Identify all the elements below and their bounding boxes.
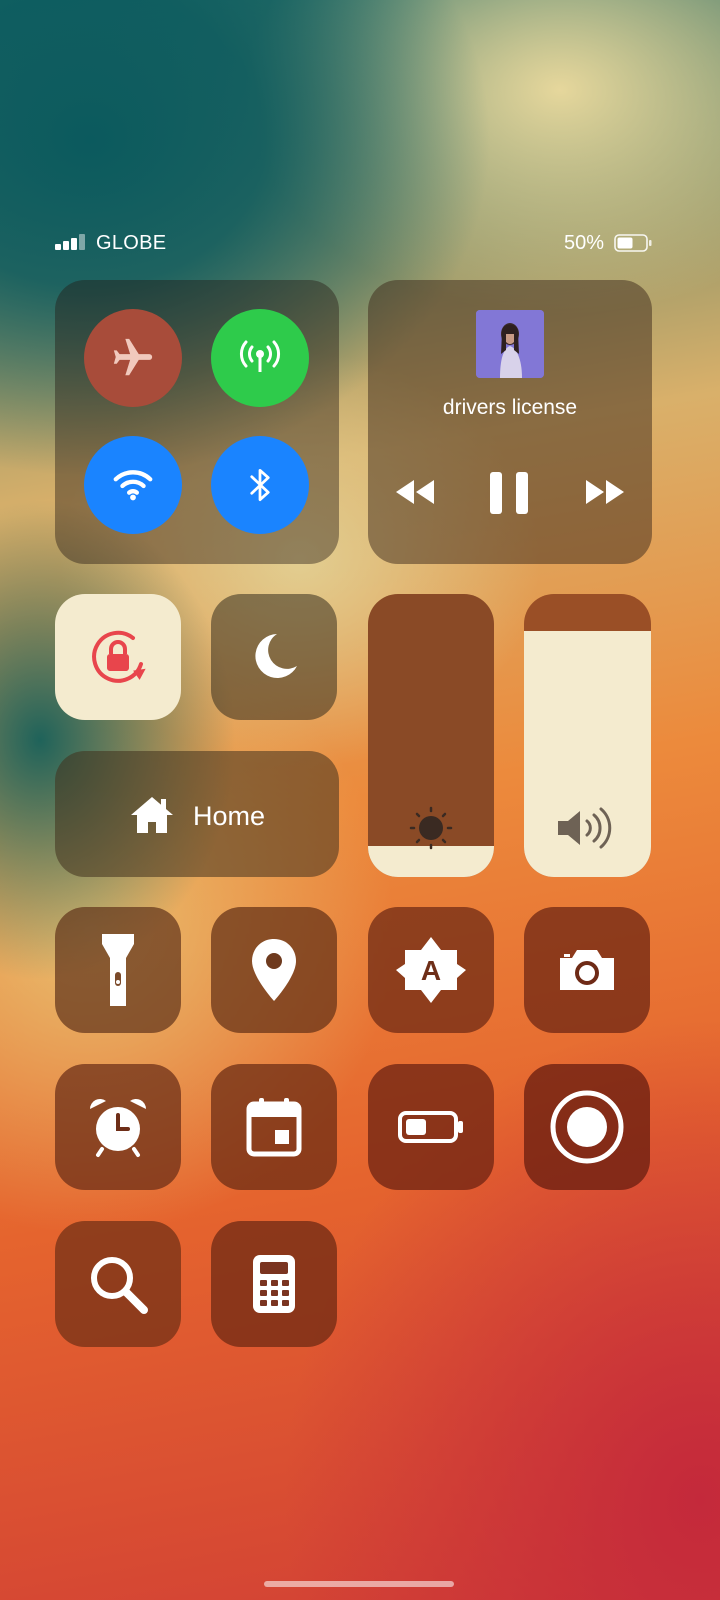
- battery-percent: 50%: [563, 232, 604, 254]
- album-art[interactable]: [476, 310, 544, 378]
- orientation-lock-icon: [92, 630, 146, 683]
- home-icon: [131, 797, 173, 833]
- airplane-icon: [113, 338, 153, 376]
- camera-icon: [560, 950, 614, 990]
- bluetooth-icon: [250, 468, 270, 502]
- record-icon: [550, 1090, 624, 1164]
- signal-strength-icon: [55, 234, 87, 250]
- screen-record-button[interactable]: [524, 1064, 650, 1190]
- do-not-disturb-toggle[interactable]: [211, 594, 337, 720]
- now-playing-panel[interactable]: drivers license: [368, 280, 652, 564]
- magnifier-icon: [91, 1257, 148, 1314]
- status-bar: GLOBE 50%: [55, 230, 652, 256]
- calculator-button[interactable]: [211, 1221, 337, 1347]
- home-label: Home: [193, 801, 266, 831]
- auto-brightness-button[interactable]: A: [368, 907, 494, 1033]
- speaker-icon: [558, 807, 612, 849]
- alarm-clock-icon: [90, 1099, 146, 1157]
- svg-text:A: A: [421, 955, 441, 986]
- flashlight-icon: [102, 934, 134, 1006]
- brightness-fill: [368, 845, 494, 877]
- home-button[interactable]: Home: [55, 751, 339, 877]
- camera-button[interactable]: [524, 907, 650, 1033]
- connectivity-panel: [55, 280, 339, 564]
- sun-icon: [409, 806, 453, 850]
- auto-brightness-icon: A: [396, 937, 466, 1003]
- magnifier-button[interactable]: [55, 1221, 181, 1347]
- brightness-slider[interactable]: [368, 594, 494, 877]
- battery-saver-button[interactable]: [368, 1064, 494, 1190]
- calendar-icon: [246, 1098, 302, 1157]
- wifi-icon: [113, 470, 153, 501]
- calculator-icon: [253, 1255, 295, 1313]
- battery-icon: [398, 1111, 463, 1143]
- bluetooth-toggle[interactable]: [211, 436, 309, 534]
- fast-forward-icon[interactable]: [582, 478, 626, 506]
- rewind-icon[interactable]: [394, 478, 438, 506]
- location-pin-icon: [252, 939, 296, 1001]
- orientation-lock-toggle[interactable]: [55, 594, 181, 720]
- pause-icon[interactable]: [488, 470, 532, 516]
- wifi-toggle[interactable]: [84, 436, 182, 534]
- alarm-button[interactable]: [55, 1064, 181, 1190]
- cellular-antenna-icon: [239, 340, 281, 372]
- track-title: drivers license: [442, 396, 578, 419]
- volume-slider[interactable]: [524, 594, 651, 877]
- battery-icon: [614, 234, 652, 252]
- calendar-button[interactable]: [211, 1064, 337, 1190]
- cellular-data-toggle[interactable]: [211, 309, 309, 407]
- carrier-name: GLOBE: [96, 232, 167, 254]
- location-button[interactable]: [211, 907, 337, 1033]
- flashlight-button[interactable]: [55, 907, 181, 1033]
- home-indicator[interactable]: [264, 1581, 454, 1587]
- moon-icon: [255, 634, 297, 678]
- airplane-mode-toggle[interactable]: [84, 309, 182, 407]
